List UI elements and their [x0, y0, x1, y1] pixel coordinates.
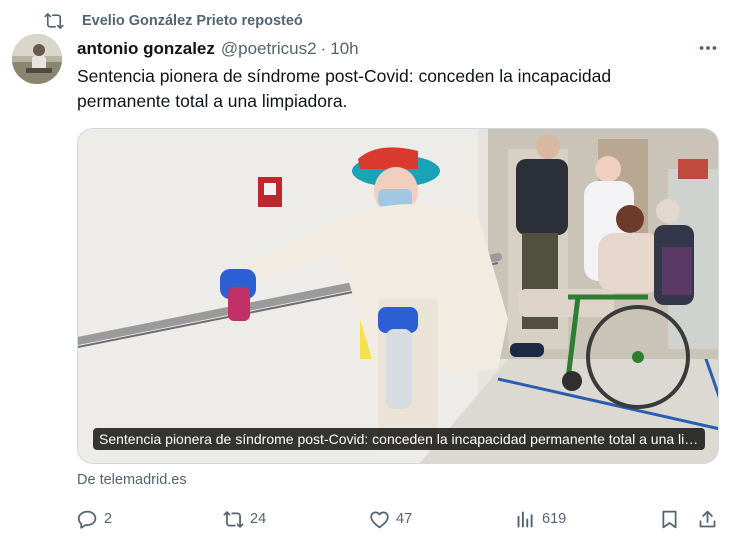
timestamp[interactable]: 10h	[330, 39, 358, 59]
repost-icon	[44, 11, 64, 31]
card-source[interactable]: De telemadrid.es	[77, 472, 187, 488]
more-options-button[interactable]	[696, 38, 720, 58]
like-button[interactable]: 47	[369, 506, 412, 532]
like-count: 47	[396, 511, 413, 527]
more-icon	[699, 46, 717, 50]
repost-icon	[223, 510, 244, 528]
share-icon	[699, 510, 716, 527]
repost-button[interactable]: 24	[223, 506, 266, 532]
tweet-text: Sentencia pionera de síndrome post-Covid…	[77, 66, 612, 111]
repost-context: Evelio González Prieto reposteó	[44, 10, 303, 32]
tweet-header: antonio gonzalez @poetricus2 · 10h	[77, 37, 359, 61]
bookmark-icon	[662, 510, 677, 528]
reply-button[interactable]: 2	[77, 506, 112, 532]
repost-count: 24	[250, 511, 267, 527]
heart-icon	[370, 510, 389, 528]
article-image	[78, 129, 718, 463]
share-button[interactable]	[697, 506, 718, 532]
reply-count: 2	[104, 511, 113, 527]
avatar[interactable]	[12, 34, 62, 84]
views-count: 619	[542, 511, 567, 527]
bookmark-button[interactable]	[659, 506, 680, 532]
views-icon	[517, 511, 533, 527]
views-button[interactable]: 619	[515, 506, 566, 532]
reply-icon	[77, 510, 97, 529]
link-card[interactable]: Sentencia pionera de síndrome post-Covid…	[77, 128, 719, 464]
author-name[interactable]: antonio gonzalez	[77, 39, 215, 59]
repost-label[interactable]: Evelio González Prieto reposteó	[82, 13, 303, 29]
card-caption: Sentencia pionera de síndrome post-Covid…	[93, 428, 705, 450]
author-handle[interactable]: @poetricus2	[221, 39, 317, 59]
action-bar: 2 24 47 619	[77, 506, 721, 532]
separator-dot: ·	[320, 39, 327, 58]
